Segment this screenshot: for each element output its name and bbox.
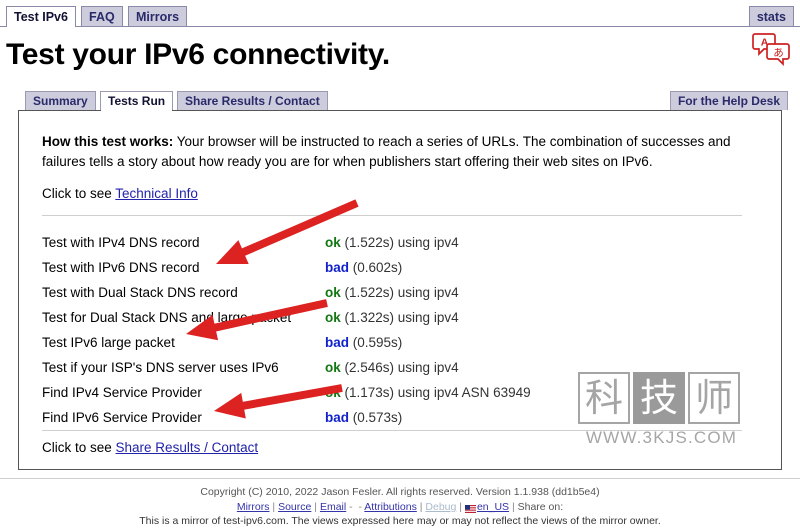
footer: Copyright (C) 2010, 2022 Jason Fesler. A… bbox=[0, 485, 800, 515]
footer-separator: | bbox=[511, 501, 515, 513]
svg-text:A: A bbox=[761, 37, 769, 49]
tab-for-the-help-desk[interactable]: For the Help Desk bbox=[669, 91, 788, 110]
test-result-row: Test with IPv4 DNS record ok (1.522s) usi… bbox=[42, 230, 742, 255]
test-result-value: ok (2.546s) using ipv4 bbox=[325, 360, 459, 375]
test-result-row: Test with Dual Stack DNS record ok (1.522… bbox=[42, 280, 742, 305]
test-result-value: ok (1.173s) using ipv4 ASN 63949 bbox=[325, 385, 531, 400]
test-label: Test with Dual Stack DNS record bbox=[42, 285, 238, 300]
status-badge: ok bbox=[325, 385, 341, 400]
status-badge: bad bbox=[325, 260, 350, 275]
active-tab-rule-gap bbox=[7, 26, 75, 27]
footer-dash: - - bbox=[349, 501, 362, 513]
status-badge: bad bbox=[325, 410, 350, 425]
test-result-value: bad (0.595s) bbox=[325, 335, 403, 350]
status-badge: ok bbox=[325, 235, 341, 250]
technical-info-line: Click to see Technical Info bbox=[42, 186, 198, 201]
test-result-value: ok (1.322s) using ipv4 bbox=[325, 310, 459, 325]
tab-tests-run[interactable]: Tests Run bbox=[100, 91, 174, 110]
share-results-contact-link[interactable]: Share Results / Contact bbox=[116, 440, 259, 455]
footer-separator: | bbox=[419, 501, 423, 513]
footer-link-attributions[interactable]: Attributions bbox=[364, 501, 417, 513]
footer-separator: | bbox=[459, 501, 463, 513]
flag-icon bbox=[464, 503, 476, 514]
share-results-line: Click to see Share Results / Contact bbox=[42, 440, 258, 455]
status-badge: ok bbox=[325, 360, 341, 375]
site-tab-bar: Test IPv6 FAQ Mirrors stats bbox=[0, 6, 800, 28]
test-label: Test with IPv4 DNS record bbox=[42, 235, 200, 250]
technical-info-link[interactable]: Technical Info bbox=[115, 186, 198, 201]
status-badge: bad bbox=[325, 335, 350, 350]
watermark-char: 技 bbox=[633, 372, 685, 424]
footer-link-en_us[interactable]: en_US bbox=[477, 501, 509, 513]
test-label: Test IPv6 large packet bbox=[42, 335, 175, 350]
watermark-char: 科 bbox=[578, 372, 630, 424]
test-result-row: Test for Dual Stack DNS and large packet… bbox=[42, 305, 742, 330]
footer-links: Mirrors | Source | Email - - Attribution… bbox=[0, 500, 800, 515]
mirror-note: This is a mirror of test-ipv6.com. The v… bbox=[139, 515, 661, 527]
site-tab-bar-rule bbox=[0, 26, 800, 27]
tab-share-results-contact[interactable]: Share Results / Contact bbox=[177, 91, 328, 110]
footer-link-source[interactable]: Source bbox=[278, 501, 311, 513]
site-tab-faq[interactable]: FAQ bbox=[81, 6, 123, 26]
test-label: Test with IPv6 DNS record bbox=[42, 260, 200, 275]
test-result-value: bad (0.602s) bbox=[325, 260, 403, 275]
footer-link-email[interactable]: Email bbox=[320, 501, 346, 513]
test-result-value: ok (1.522s) using ipv4 bbox=[325, 285, 459, 300]
watermark: 科技师 WWW.3KJS.COM bbox=[578, 372, 754, 454]
test-result-value: bad (0.573s) bbox=[325, 410, 403, 425]
test-result-value: ok (1.522s) using ipv4 bbox=[325, 235, 459, 250]
how-this-test-works-text: How this test works: Your browser will b… bbox=[42, 132, 742, 172]
share-on-label: Share on: bbox=[517, 501, 564, 513]
status-badge: ok bbox=[325, 285, 341, 300]
intro-lead: How this test works: bbox=[42, 134, 174, 149]
test-label: Find IPv6 Service Provider bbox=[42, 410, 202, 425]
click-to-see-prefix-2: Click to see bbox=[42, 440, 116, 455]
watermark-characters: 科技师 bbox=[578, 372, 754, 424]
test-result-row: Test IPv6 large packet bad (0.595s) bbox=[42, 330, 742, 355]
test-label: Test if your ISP's DNS server uses IPv6 bbox=[42, 360, 279, 375]
site-tab-mirrors[interactable]: Mirrors bbox=[128, 6, 188, 26]
watermark-url: WWW.3KJS.COM bbox=[585, 428, 738, 447]
status-badge: ok bbox=[325, 310, 341, 325]
page-title: Test your IPv6 connectivity. bbox=[6, 38, 390, 71]
copyright-text: Copyright (C) 2010, 2022 Jason Fesler. A… bbox=[200, 486, 600, 498]
tab-summary[interactable]: Summary bbox=[25, 91, 96, 110]
click-to-see-prefix: Click to see bbox=[42, 186, 116, 201]
footer-link-debug: Debug bbox=[425, 501, 457, 513]
results-top-divider bbox=[42, 215, 742, 216]
footer-separator: | bbox=[314, 501, 318, 513]
test-label: Test for Dual Stack DNS and large packet bbox=[42, 310, 292, 325]
active-tab-panel-seam bbox=[101, 109, 172, 111]
site-tab-test-ipv6[interactable]: Test IPv6 bbox=[6, 6, 76, 26]
site-tab-stats[interactable]: stats bbox=[748, 6, 794, 26]
watermark-char: 师 bbox=[688, 372, 740, 424]
footer-link-mirrors[interactable]: Mirrors bbox=[237, 501, 270, 513]
footer-separator: | bbox=[272, 501, 276, 513]
translate-icon[interactable]: A あ bbox=[752, 30, 792, 67]
test-label: Find IPv4 Service Provider bbox=[42, 385, 202, 400]
test-result-row: Test with IPv6 DNS record bad (0.602s) bbox=[42, 255, 742, 280]
footer-divider bbox=[0, 478, 800, 479]
svg-text:あ: あ bbox=[773, 47, 784, 59]
